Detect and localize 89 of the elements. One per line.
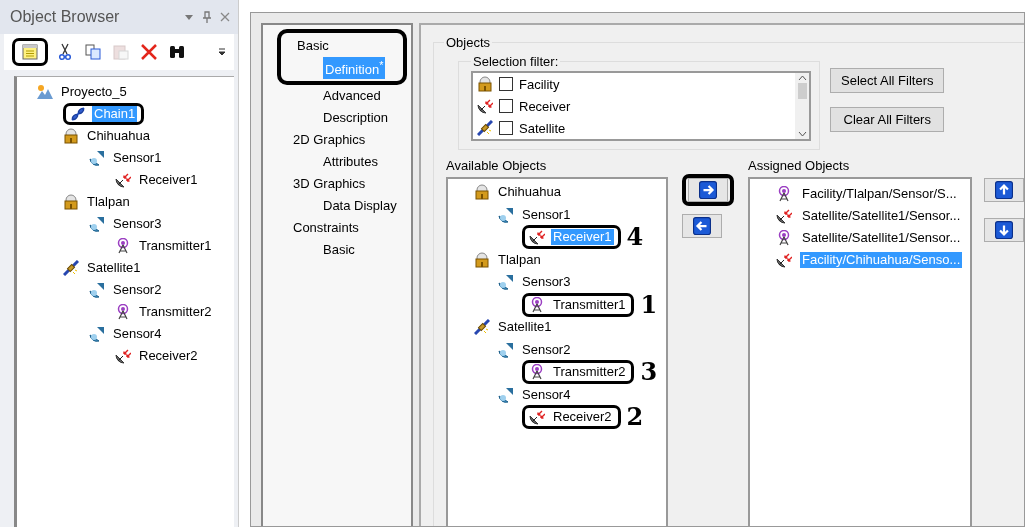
satellite-dish-icon — [529, 229, 545, 246]
select-all-button[interactable]: Select All Filters — [830, 68, 945, 93]
tree-item[interactable]: Transmitter1 — [137, 238, 214, 254]
list-label: Available Objects — [446, 158, 548, 173]
nav-item[interactable]: Advanced — [321, 88, 383, 104]
nav-item[interactable]: 2D Graphics — [263, 129, 411, 151]
satellite-dish-icon — [115, 348, 131, 364]
new-document-icon — [21, 43, 39, 61]
satellite-icon — [474, 319, 490, 336]
nav-item[interactable]: Description — [321, 110, 391, 126]
arrow-down-icon — [995, 221, 1013, 239]
close-icon[interactable] — [219, 12, 230, 22]
scroll-up-icon[interactable] — [797, 75, 807, 81]
remove-button[interactable] — [682, 214, 722, 238]
nav-item[interactable]: Basic — [321, 242, 357, 258]
antenna-tower-icon — [529, 364, 545, 381]
list-item[interactable]: Facility/Tlalpan/Sensor/S... — [800, 186, 959, 202]
satellite-dish-icon — [115, 172, 131, 188]
antenna-tower-icon — [776, 186, 792, 202]
tree-item[interactable]: Sensor4 — [520, 386, 573, 403]
satellite-dish-icon — [529, 409, 545, 426]
tree-item[interactable]: Satellite1 — [85, 260, 143, 276]
add-button[interactable] — [688, 178, 728, 202]
list-label: Assigned Objects — [748, 158, 851, 173]
antenna-tower-icon — [529, 296, 545, 313]
move-down-button[interactable] — [984, 218, 1024, 242]
group-title: Objects — [445, 35, 492, 50]
nav-item[interactable]: Attributes — [321, 154, 380, 170]
nav-item[interactable]: Data Display — [321, 198, 399, 214]
callout-number: 1 — [640, 292, 658, 317]
dropdown-caret-icon[interactable] — [183, 12, 194, 22]
tree-item[interactable]: Chihuahua — [85, 128, 152, 144]
copy-button[interactable] — [82, 41, 104, 63]
clear-all-button[interactable]: Clear All Filters — [830, 107, 945, 132]
panel-title: Object Browser — [10, 8, 120, 26]
checkbox-label[interactable]: Facility — [519, 76, 560, 92]
scissors-icon — [56, 43, 74, 61]
tree-item[interactable]: Transmitter2 — [137, 304, 214, 320]
tree-item[interactable]: Receiver2 — [137, 348, 200, 364]
antenna-tower-icon — [115, 304, 131, 320]
tree-item[interactable]: Receiver2 — [551, 409, 614, 426]
chain-link-icon — [70, 106, 86, 122]
callout-number: 4 — [626, 225, 644, 250]
list-item[interactable]: Satellite/Satellite1/Sensor... — [800, 230, 963, 246]
nav-item[interactable]: Constraints — [263, 217, 411, 239]
checkbox[interactable] — [499, 121, 513, 135]
checkbox-label[interactable]: Satellite — [519, 120, 566, 136]
scrollbar[interactable] — [795, 73, 809, 139]
tree-item[interactable]: Receiver1 — [137, 172, 200, 188]
overflow-caret-icon[interactable] — [217, 48, 226, 56]
tree-item[interactable]: Proyecto_5 — [59, 84, 129, 100]
tree-item[interactable]: Sensor4 — [111, 326, 164, 342]
pin-icon[interactable] — [201, 11, 212, 23]
arrow-up-icon — [995, 181, 1013, 199]
tree-item[interactable]: Sensor3 — [111, 216, 164, 232]
callout-number: 2 — [626, 405, 644, 430]
antenna-tower-icon — [776, 230, 792, 246]
move-up-button[interactable] — [984, 178, 1024, 202]
antenna-tower-icon — [115, 238, 131, 254]
tree-item[interactable]: Transmitter1 — [551, 296, 628, 313]
tree-item[interactable]: Chihuahua — [496, 184, 563, 201]
checkbox-label[interactable]: Receiver — [519, 98, 571, 114]
scroll-down-icon[interactable] — [797, 131, 807, 137]
tree-item[interactable]: Sensor2 — [111, 282, 164, 298]
group-title: Selection filter: — [472, 54, 560, 69]
checkbox[interactable] — [499, 99, 513, 113]
clipboard-icon — [112, 43, 130, 61]
arrow-right-icon — [699, 181, 717, 199]
tree-item[interactable]: Sensor3 — [520, 274, 573, 291]
tree-item[interactable]: Tlalpan — [85, 194, 132, 210]
callout-number: 3 — [640, 360, 658, 385]
copy-icon — [84, 43, 102, 61]
tree-item[interactable]: Tlalpan — [496, 251, 543, 268]
delete-icon — [140, 43, 158, 61]
nav-item[interactable]: Basic — [297, 35, 399, 57]
arrow-left-icon — [693, 217, 711, 235]
nav-item[interactable]: 3D Graphics — [263, 173, 411, 195]
landscape-icon — [37, 84, 53, 100]
scroll-thumb[interactable] — [797, 83, 807, 99]
list-item[interactable]: Satellite/Satellite1/Sensor... — [800, 208, 963, 224]
satellite-dish-icon — [776, 252, 792, 268]
tree-item[interactable]: Sensor1 — [520, 206, 573, 223]
satellite-dish-icon — [477, 98, 493, 114]
tree-item[interactable]: Satellite1 — [496, 319, 554, 336]
tree-item[interactable]: Sensor1 — [111, 150, 164, 166]
tree-item[interactable]: Transmitter2 — [551, 364, 628, 381]
tree-item[interactable]: Sensor2 — [520, 341, 573, 358]
checkbox[interactable] — [499, 77, 513, 91]
satellite-dish-icon — [776, 208, 792, 224]
